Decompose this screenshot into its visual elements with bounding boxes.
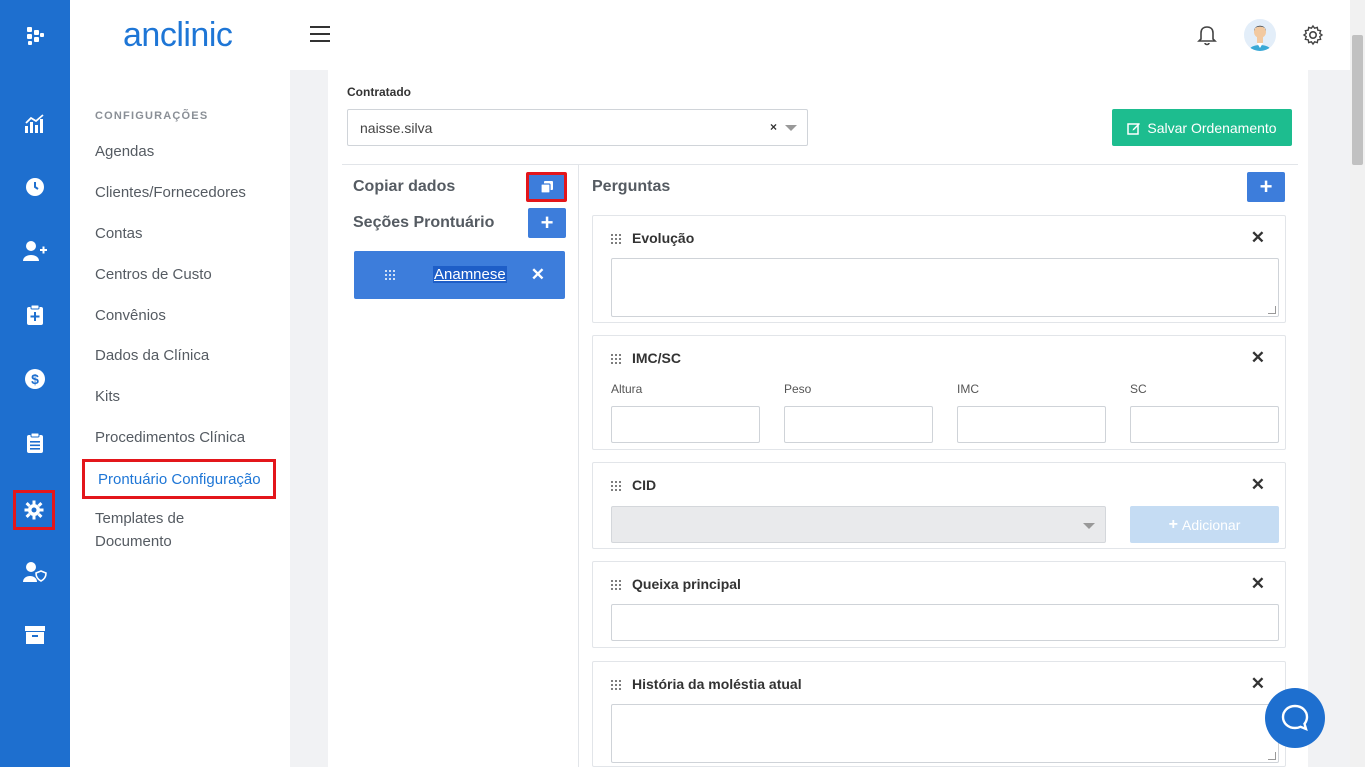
clipboard-list-icon[interactable] — [0, 423, 70, 463]
save-order-button[interactable]: Salvar Ordenamento — [1112, 109, 1292, 146]
close-icon[interactable]: ✕ — [1251, 574, 1265, 594]
logo-icon[interactable] — [0, 16, 70, 56]
copy-icon — [539, 181, 553, 194]
sections-label: Seções Prontuário — [353, 214, 495, 231]
top-header: anclinic — [70, 0, 1350, 70]
scrollbar-thumb[interactable] — [1352, 35, 1363, 165]
edit-icon — [1127, 122, 1141, 135]
peso-label: Peso — [784, 382, 812, 396]
chat-button[interactable] — [1265, 688, 1325, 748]
add-cid-button[interactable]: + Adicionar — [1130, 506, 1279, 543]
settings-item-convenios[interactable]: Convênios — [95, 304, 166, 327]
close-icon[interactable]: ✕ — [1251, 475, 1265, 495]
question-title: Evolução — [632, 230, 695, 246]
close-icon[interactable]: ✕ — [1251, 348, 1265, 368]
settings-item-templates[interactable]: Templates de Documento — [95, 507, 184, 553]
plus-icon: + — [1168, 515, 1178, 533]
question-card-queixa: Queixa principal ✕ — [592, 561, 1286, 648]
save-order-label: Salvar Ordenamento — [1147, 119, 1277, 136]
question-card-evolucao: Evolução ✕ — [592, 215, 1286, 323]
divider — [342, 164, 1298, 165]
section-name[interactable]: Anamnese — [433, 266, 507, 283]
archive-icon[interactable] — [0, 615, 70, 655]
main-content: Contratado naisse.silva × Salvar Ordenam… — [328, 70, 1308, 767]
question-title: História da moléstia atual — [632, 676, 802, 692]
imc-label: IMC — [957, 382, 979, 396]
settings-gear-icon[interactable] — [1300, 22, 1326, 48]
drag-handle-icon[interactable] — [610, 353, 622, 365]
imc-input[interactable] — [957, 406, 1106, 443]
drag-handle-icon[interactable] — [610, 233, 622, 245]
copy-data-button[interactable] — [526, 172, 567, 202]
settings-item-kits[interactable]: Kits — [95, 385, 120, 408]
altura-label: Altura — [611, 382, 643, 396]
question-card-cid: CID ✕ + Adicionar — [592, 462, 1286, 549]
add-cid-label: Adicionar — [1181, 516, 1241, 533]
settings-item-contas[interactable]: Contas — [95, 222, 143, 245]
add-question-button[interactable]: + — [1247, 172, 1285, 202]
question-title: CID — [632, 477, 657, 493]
historia-textarea[interactable] — [611, 704, 1279, 763]
chart-icon[interactable] — [0, 104, 70, 144]
queixa-input[interactable] — [611, 604, 1279, 641]
user-avatar[interactable] — [1244, 19, 1276, 51]
chat-icon — [1281, 704, 1309, 732]
peso-input[interactable] — [784, 406, 933, 443]
questions-title: Perguntas — [592, 178, 671, 195]
question-card-imc: IMC/SC ✕ Altura Peso IMC SC — [592, 335, 1286, 450]
drag-handle-icon[interactable] — [610, 679, 622, 691]
bell-icon[interactable] — [1194, 22, 1220, 48]
settings-item-prontuario[interactable]: Prontuário Configuração — [82, 459, 276, 499]
contratado-select[interactable]: naisse.silva × — [347, 109, 808, 146]
drag-handle-icon[interactable] — [610, 480, 622, 492]
settings-item-templates-line1: Templates de — [95, 510, 185, 527]
drag-handle-icon[interactable] — [384, 269, 396, 281]
sc-input[interactable] — [1130, 406, 1279, 443]
hamburger-menu-icon[interactable] — [310, 26, 330, 44]
evolucao-textarea[interactable] — [611, 258, 1279, 317]
app-logo[interactable]: anclinic — [123, 16, 233, 55]
icon-rail: $ — [0, 0, 70, 767]
question-card-historia: História da moléstia atual ✕ — [592, 661, 1286, 767]
settings-item-centros[interactable]: Centros de Custo — [95, 263, 212, 286]
close-icon[interactable]: ✕ — [1251, 674, 1265, 694]
user-shield-icon[interactable] — [0, 552, 70, 592]
section-item-anamnese[interactable]: Anamnese ✕ — [354, 251, 565, 299]
contratado-label: Contratado — [347, 85, 411, 99]
settings-item-procedimentos[interactable]: Procedimentos Clínica — [95, 426, 245, 449]
settings-item-templates-line2: Documento — [95, 533, 172, 550]
gear-icon[interactable] — [13, 490, 55, 530]
cid-select[interactable] — [611, 506, 1106, 543]
settings-item-dados[interactable]: Dados da Clínica — [95, 344, 209, 367]
svg-text:$: $ — [31, 371, 39, 387]
chevron-down-icon — [1083, 523, 1095, 529]
copy-data-label: Copiar dados — [353, 178, 456, 195]
add-section-button[interactable]: + — [528, 208, 566, 238]
settings-item-clientes[interactable]: Clientes/Fornecedores — [95, 181, 246, 204]
sc-label: SC — [1130, 382, 1147, 396]
close-icon[interactable]: ✕ — [1251, 228, 1265, 248]
drag-handle-icon[interactable] — [610, 579, 622, 591]
settings-sidebar: CONFIGURAÇÕES Agendas Clientes/Fornecedo… — [70, 70, 290, 767]
clear-icon[interactable]: × — [770, 120, 777, 134]
chevron-down-icon[interactable] — [785, 125, 797, 131]
clock-icon[interactable] — [0, 167, 70, 207]
add-user-icon[interactable] — [0, 231, 70, 271]
question-title: IMC/SC — [632, 350, 681, 366]
altura-input[interactable] — [611, 406, 760, 443]
divider — [578, 165, 579, 767]
question-title: Queixa principal — [632, 576, 741, 592]
settings-title: CONFIGURAÇÕES — [95, 110, 209, 122]
settings-item-agendas[interactable]: Agendas — [95, 140, 154, 163]
clipboard-plus-icon[interactable] — [0, 295, 70, 335]
close-icon[interactable]: ✕ — [531, 265, 545, 285]
contratado-value: naisse.silva — [360, 120, 433, 136]
dollar-icon[interactable]: $ — [0, 359, 70, 399]
